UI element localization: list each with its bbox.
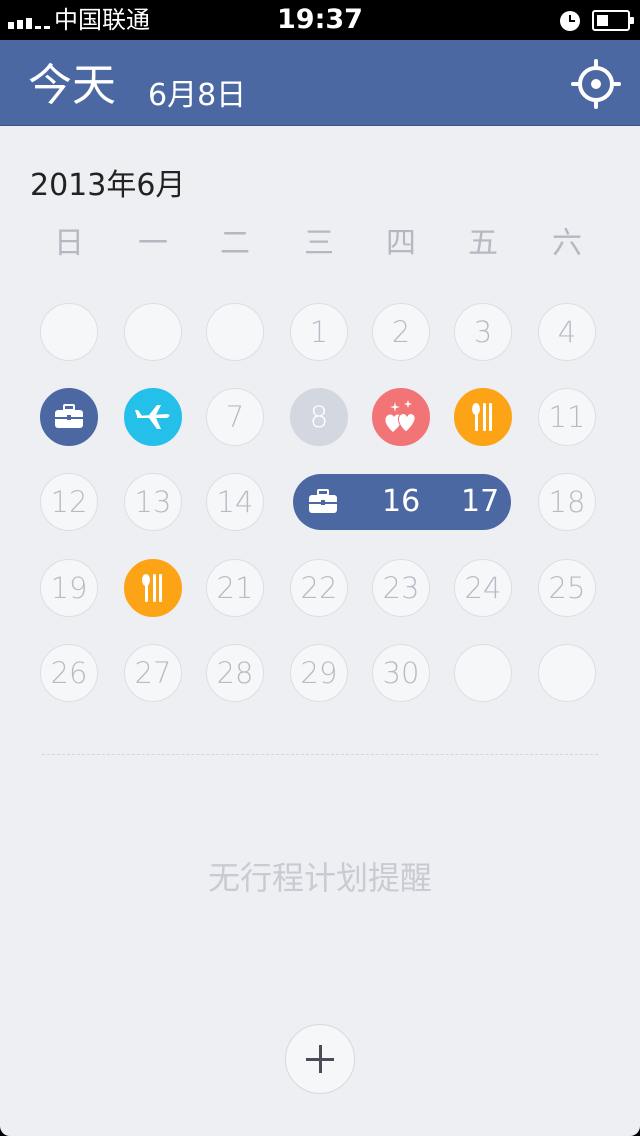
settings-button[interactable] (570, 58, 622, 110)
calendar-day-20[interactable] (124, 559, 182, 617)
calendar-day-28[interactable]: 28 (206, 644, 264, 702)
calendar-day-12[interactable]: 12 (40, 473, 98, 531)
calendar-day-9[interactable] (372, 388, 430, 446)
calendar-day-17: 17 (461, 484, 500, 519)
calendar-day-empty (124, 303, 182, 361)
weekday-sun: 日 (54, 226, 84, 261)
alarm-icon (560, 11, 580, 31)
calendar-day-19[interactable]: 19 (40, 559, 98, 617)
weekday-wed: 三 (304, 226, 334, 261)
briefcase-icon (55, 404, 83, 428)
month-title: 2013年6月 (30, 168, 186, 203)
calendar-day-30[interactable]: 30 (372, 644, 430, 702)
calendar-day-empty (206, 303, 264, 361)
weekday-sat: 六 (552, 226, 582, 261)
calendar-day-empty (40, 303, 98, 361)
calendar-day-18[interactable]: 18 (538, 473, 596, 531)
dining-icon (472, 403, 492, 431)
calendar-day-29[interactable]: 29 (290, 644, 348, 702)
calendar-day-27[interactable]: 27 (124, 644, 182, 702)
app-header: 今天 6月8日 (0, 40, 640, 126)
dining-icon (142, 574, 162, 602)
calendar-day-10[interactable] (454, 388, 512, 446)
calendar-day-25[interactable]: 25 (538, 559, 596, 617)
gear-icon (571, 59, 621, 109)
briefcase-icon (309, 489, 337, 513)
calendar-day-23[interactable]: 23 (372, 559, 430, 617)
calendar-day-empty (538, 644, 596, 702)
calendar-day-14[interactable]: 14 (206, 473, 264, 531)
hearts-icon (385, 400, 416, 433)
calendar-day-13[interactable]: 13 (124, 473, 182, 531)
weekday-fri: 五 (468, 226, 498, 261)
calendar-day-3[interactable]: 3 (454, 303, 512, 361)
calendar-day-21[interactable]: 21 (206, 559, 264, 617)
calendar-day-6[interactable] (124, 388, 182, 446)
calendar-day-8-today[interactable]: 8 (290, 388, 348, 446)
section-divider (42, 754, 598, 755)
empty-schedule-message: 无行程计划提醒 (207, 859, 432, 897)
weekday-mon: 一 (138, 226, 168, 261)
airplane-icon (135, 405, 170, 429)
calendar-day-16: 16 (382, 484, 421, 519)
event-range-15-17[interactable]: 16 17 (293, 474, 511, 530)
weekday-tue: 二 (220, 226, 250, 261)
status-clock: 19:37 (277, 4, 363, 35)
calendar-day-26[interactable]: 26 (40, 644, 98, 702)
calendar-day-4[interactable]: 4 (538, 303, 596, 361)
battery-icon (592, 10, 634, 31)
calendar-panel: 2013年6月 日 一 二 三 四 五 六 1 2 3 4 7 8 11 12 … (0, 126, 640, 1136)
calendar-day-1[interactable]: 1 (290, 303, 348, 361)
calendar-day-5[interactable] (40, 388, 98, 446)
calendar-day-24[interactable]: 24 (454, 559, 512, 617)
calendar-day-11[interactable]: 11 (538, 388, 596, 446)
current-date: 6月8日 (148, 78, 247, 113)
calendar-day-2[interactable]: 2 (372, 303, 430, 361)
status-bar: 中国联通 19:37 (0, 0, 640, 40)
calendar-day-7[interactable]: 7 (206, 388, 264, 446)
add-event-button[interactable] (285, 1024, 355, 1094)
calendar-day-empty (454, 644, 512, 702)
weekday-thu: 四 (386, 226, 416, 261)
calendar-day-22[interactable]: 22 (290, 559, 348, 617)
page-title: 今天 (28, 60, 116, 111)
